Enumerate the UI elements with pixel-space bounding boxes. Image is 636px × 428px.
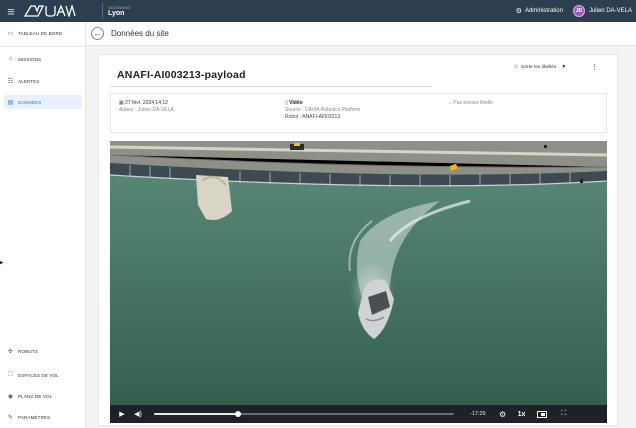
video-frame <box>110 141 607 405</box>
administration-link[interactable]: ⚙ Administration <box>516 7 563 15</box>
administration-label: Administration <box>524 8 563 14</box>
robots-icon: ✣ <box>7 348 14 355</box>
top-bar: ≡ SCENARIO Lyon ⚙ Administration JD Juli… <box>0 0 636 22</box>
back-button[interactable]: ← <box>91 27 104 40</box>
asset-tags-block: ⌂ Pas encore libellé <box>449 100 493 107</box>
sidebar-item-label: MISSIONS <box>18 56 42 62</box>
remaining-time: -17:29 <box>470 411 486 417</box>
video-player[interactable] <box>110 141 607 405</box>
logo-mark <box>24 5 76 17</box>
sidebar-item-label: ROBOTS <box>18 348 38 354</box>
sidebar-item-missions[interactable]: ⌂ MISSIONS <box>4 52 82 66</box>
sidebar-item-label: DONNÉES <box>18 99 42 105</box>
asset-author: Auteur : Julien DA-VELA <box>119 107 174 113</box>
tags-placeholder: Pas encore libellé <box>453 100 493 106</box>
sidebar-item-settings[interactable]: ✎ PARAMÈTRES <box>4 410 82 424</box>
progress-fill <box>154 413 238 415</box>
sidebar-item-label: ALERTES <box>18 78 40 84</box>
tag-icon: ⌂ <box>514 64 518 70</box>
asset-robot: Robot : ANAFI-AI003213 <box>285 114 341 120</box>
asset-source: Source : UAVIA Robotics Platform <box>285 107 361 113</box>
play-icon[interactable]: ▶ <box>114 410 130 418</box>
data-icon: ▤ <box>7 99 14 106</box>
alerts-icon: ☷ <box>7 78 14 85</box>
picture-in-picture-icon[interactable] <box>537 410 548 418</box>
sidebar-item-flight-plans[interactable]: ◉ PLANS DE VOL <box>4 389 82 403</box>
missions-icon: ⌂ <box>8 56 13 62</box>
asset-type: Vidéo <box>289 100 303 106</box>
more-options-icon[interactable]: ⋮ <box>591 63 598 71</box>
site-name: Lyon <box>108 9 125 17</box>
settings-icon: ✎ <box>7 414 14 421</box>
flight-space-icon: ⛶ <box>8 371 13 378</box>
avatar[interactable]: JD <box>572 5 585 17</box>
playback-speed[interactable]: 1x <box>518 411 526 418</box>
sidebar-item-robots[interactable]: ✣ ROBOTS <box>4 344 82 358</box>
gear-icon: ⚙ <box>515 8 522 15</box>
manage-labels-label: Gérer les libellés <box>520 64 557 70</box>
asset-info: ▦ 27 févr. 2024 14:12 Auteur : Julien DA… <box>110 93 607 133</box>
asset-date: 27 févr. 2024 14:12 <box>125 100 168 106</box>
sidebar-item-flight-spaces[interactable]: ⛶ ESPACES DE VOL <box>4 368 82 382</box>
progress-bar[interactable] <box>154 411 454 417</box>
page-header: ← Données du site <box>86 22 636 46</box>
manage-labels-button[interactable]: ⌂ Gérer les libellés ▼ <box>514 64 566 70</box>
settings-gear-icon[interactable]: ⚙ <box>498 410 508 419</box>
sidebar-item-dashboard[interactable]: ▭ TABLEAU DE BORD <box>4 26 82 40</box>
asset-type-block: ▯ Vidéo Source : UAVIA Robotics Platform… <box>285 100 360 121</box>
page-title: Données du site <box>111 29 169 38</box>
user-name[interactable]: Julien DA-VELA <box>589 8 632 14</box>
flight-plan-icon: ◉ <box>7 393 14 400</box>
sidebar-item-label: ESPACES DE VOL <box>18 372 59 378</box>
logo[interactable] <box>22 0 102 22</box>
sidebar-item-label: PLANS DE VOL <box>18 393 53 399</box>
progress-handle[interactable] <box>235 411 241 417</box>
hamburger-icon[interactable]: ≡ <box>0 0 22 22</box>
collapse-sidebar-icon[interactable]: ▸ <box>0 257 5 267</box>
sidebar-item-data[interactable]: ▤ DONNÉES <box>4 95 82 109</box>
sidebar-item-label: TABLEAU DE BORD <box>18 30 63 36</box>
dashboard-icon: ▭ <box>7 30 14 37</box>
volume-icon[interactable]: ◀) <box>130 410 146 418</box>
sidebar-divider <box>0 46 86 47</box>
sidebar: ▭ TABLEAU DE BORD ⌂ MISSIONS ☷ ALERTES ▤… <box>0 22 86 428</box>
asset-date-block: ▦ 27 févr. 2024 14:12 Auteur : Julien DA… <box>119 100 174 114</box>
fullscreen-icon[interactable]: ⛶ <box>561 410 566 418</box>
sidebar-item-label: PARAMÈTRES <box>18 414 51 420</box>
asset-title: ANAFI-AI003213-payload <box>117 68 246 81</box>
video-controls: ▶ ◀) -17:29 ⚙ 1x ⛶ <box>110 405 607 423</box>
sidebar-item-alerts[interactable]: ☷ ALERTES <box>4 74 82 88</box>
site-selector[interactable]: SCENARIO Lyon <box>102 3 131 19</box>
caret-down-icon: ▼ <box>561 64 567 70</box>
asset-title-field[interactable]: ANAFI-AI003213-payload <box>110 63 432 87</box>
asset-card: ANAFI-AI003213-payload ⌂ Gérer les libel… <box>98 54 618 426</box>
